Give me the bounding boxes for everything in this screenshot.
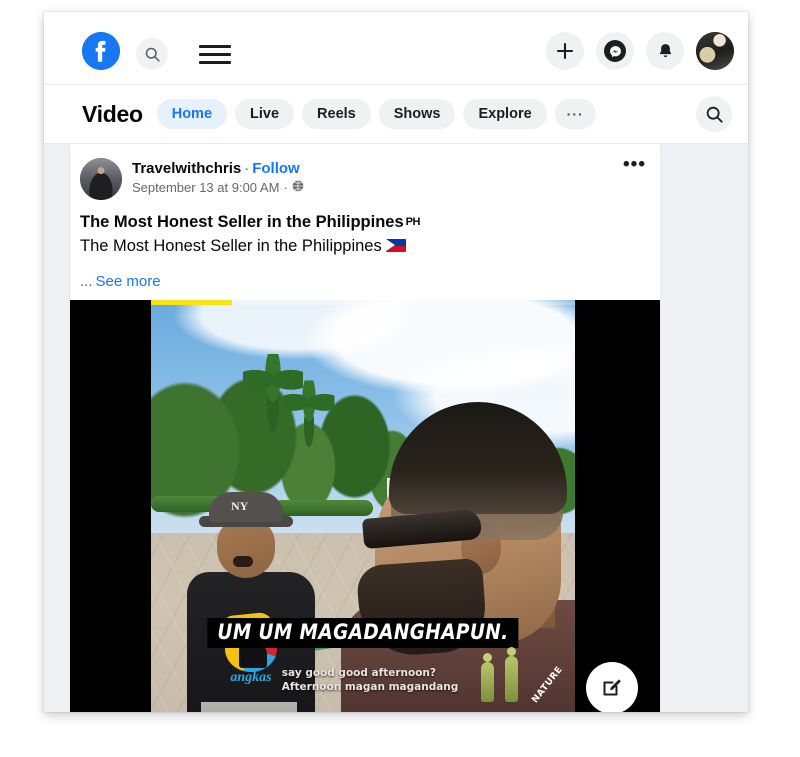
tab-shows[interactable]: Shows [378,99,456,129]
globe-icon[interactable] [292,180,304,195]
facebook-window: Video Home Live Reels Shows Explore ··· [44,12,748,712]
person-hair [389,402,567,514]
menu-icon-line [199,60,231,64]
ph-flag-fallback: PH [405,216,421,228]
bell-icon [659,43,671,57]
video-caption-main-text: UM UM MAGADANGHAPUN. [217,620,509,645]
video-frame: angkas NY UM UM MAGADANGHAPUN. say good … [151,300,575,712]
person-pants [201,702,297,712]
search-icon [145,47,160,62]
video-caption-main: UM UM MAGADANGHAPUN. [207,618,519,648]
post-text-line-1-label: The Most Honest Seller in the Philippine… [80,213,404,231]
video-sticker-people [475,647,531,702]
video-progress-fill [151,300,232,305]
page-title: Video [82,100,143,127]
sticker-person [505,647,518,702]
create-video-button[interactable] [586,662,638,712]
video-caption-sub: say good good afternoon? Afternoon magan… [282,666,459,694]
compose-icon [603,679,621,696]
facebook-logo[interactable] [82,32,120,70]
cap-logo-text: NY [231,499,249,513]
video-tabs: Home Live Reels Shows Explore ··· [156,99,596,129]
messenger-icon [604,40,626,62]
video-feed: Travelwithchris · Follow September 13 at 9… [44,144,748,712]
post-author-avatar[interactable] [80,158,122,200]
avatar-image [696,32,734,70]
post-text-line-2: The Most Honest Seller in the Philippine… [80,234,644,259]
tab-reels[interactable]: Reels [302,99,371,129]
separator-dot: · [283,180,288,195]
menu-icon-line [199,45,231,49]
video-caption-sub-line-2: Afternoon magan magandang [281,681,459,693]
screen-root: Video Home Live Reels Shows Explore ··· [0,0,800,757]
philippines-flag-icon [385,239,406,252]
video-player[interactable]: angkas NY UM UM MAGADANGHAPUN. say good … [70,300,660,712]
video-caption-sub-line-1: say good good afternoon? [281,667,436,679]
menu-button[interactable] [199,45,231,64]
flag-white-triangle [385,239,395,251]
post-author-name[interactable]: Travelwithchris [132,160,241,177]
tab-explore[interactable]: Explore [463,99,547,129]
shirt-logo-text: angkas [230,670,272,685]
video-navigation-bar: Video Home Live Reels Shows Explore ··· [44,85,748,144]
tab-live[interactable]: Live [235,99,295,129]
plus-icon [556,42,574,60]
separator-dot: · [244,160,250,177]
post-header: Travelwithchris · Follow September 13 at 9… [70,144,660,200]
ellipsis: ... [80,273,93,290]
post-meta: Travelwithchris · Follow September 13 at 9… [132,158,646,195]
facebook-search-button[interactable] [136,38,168,70]
see-more-link[interactable]: See more [96,273,161,290]
scene-palm-tree [283,380,335,454]
search-icon [706,106,723,123]
create-button[interactable] [546,32,584,70]
post-card: Travelwithchris · Follow September 13 at 9… [70,144,660,712]
person-mouth [233,556,253,567]
sticker-person [481,653,494,702]
avatar-image [80,158,122,200]
post-text: The Most Honest Seller in the Philippine… [70,200,660,259]
menu-icon-line [199,52,231,57]
tab-home[interactable]: Home [156,99,228,129]
video-search-button[interactable] [696,96,732,132]
person-face [217,518,275,578]
notifications-button[interactable] [646,32,684,70]
post-options-button[interactable]: ••• [623,155,646,174]
post-author-row: Travelwithchris · Follow [132,159,646,178]
post-timestamp-row: September 13 at 9:00 AM · [132,180,646,195]
top-bar-actions [546,32,734,70]
follow-button[interactable]: Follow [252,160,300,177]
see-more-row: ... See more [70,259,660,300]
post-text-line-2-label: The Most Honest Seller in the Philippine… [80,237,382,255]
video-progress-bar[interactable] [151,300,575,305]
tab-more-button[interactable]: ··· [554,99,596,129]
account-avatar[interactable] [696,32,734,70]
top-navigation-bar [44,12,748,85]
post-text-line-1: The Most Honest Seller in the Philippine… [80,210,644,234]
post-timestamp: September 13 at 9:00 AM [132,180,280,195]
messenger-button[interactable] [596,32,634,70]
